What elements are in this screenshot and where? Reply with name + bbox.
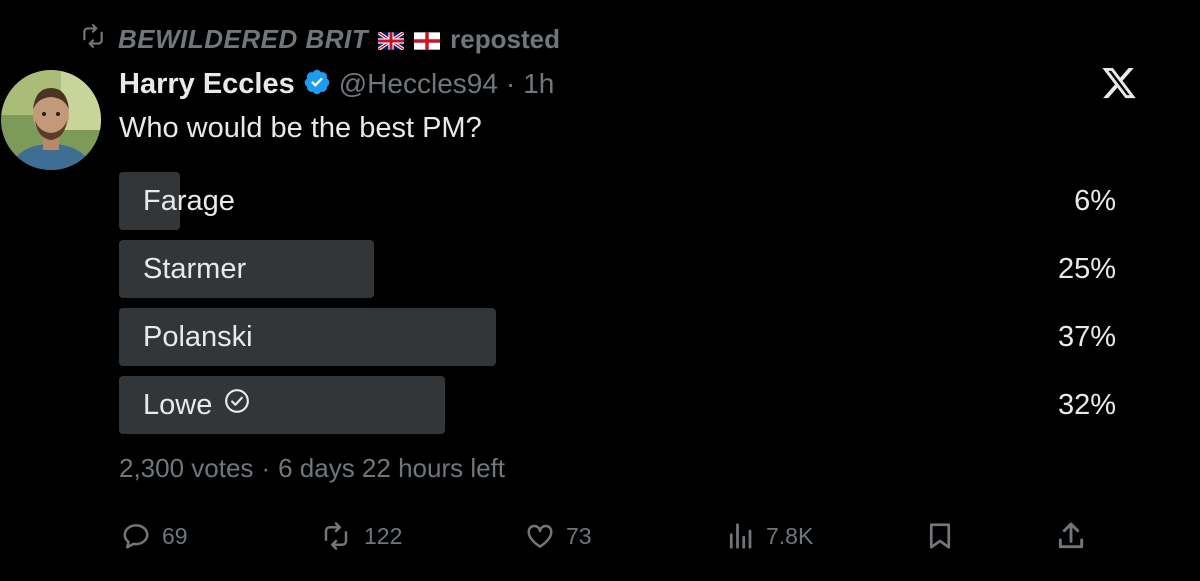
poll-option-percent: 25%	[1057, 252, 1116, 285]
uk-flag-icon	[378, 24, 405, 55]
x-logo-icon[interactable]	[1100, 68, 1138, 102]
avatar[interactable]	[1, 70, 101, 170]
tweet-header: Harry Eccles @Heccles94 · 1h	[119, 64, 554, 104]
tweet-text: Who would be the best PM?	[119, 112, 482, 144]
separator-dot: ·	[261, 452, 271, 483]
repost-header[interactable]: BEWILDERED BRIT reposted	[78, 22, 560, 56]
reply-button[interactable]: 69	[120, 517, 188, 555]
reply-icon	[120, 521, 152, 551]
poll-option-percent: 32%	[1057, 388, 1116, 421]
bookmark-button[interactable]	[925, 517, 955, 555]
poll-votes: 2,300 votes	[119, 452, 254, 483]
separator-dot: ·	[505, 68, 516, 99]
poll-option-percent: 37%	[1057, 320, 1116, 353]
poll-option-label: Polanski	[143, 320, 253, 353]
poll-time-left: 6 days 22 hours left	[278, 452, 506, 483]
poll-option[interactable]: Lowe 32%	[119, 376, 1116, 434]
like-icon	[524, 521, 556, 551]
views-button[interactable]: 7.8K	[724, 517, 813, 555]
share-button[interactable]	[1055, 517, 1087, 555]
check-circle-icon	[224, 388, 250, 422]
poll-option[interactable]: Polanski 37%	[119, 308, 1116, 366]
views-count: 7.8K	[766, 522, 814, 549]
views-icon	[724, 521, 756, 551]
repost-icon	[318, 521, 354, 551]
handle[interactable]: @Heccles94	[339, 68, 498, 100]
verified-badge-icon	[303, 68, 331, 101]
poll-option-label: Farage	[143, 184, 235, 217]
poll-option[interactable]: Starmer 25%	[119, 240, 1116, 298]
reply-count: 69	[162, 522, 188, 549]
poll-option-label: Lowe	[143, 388, 213, 421]
england-flag-icon	[414, 24, 441, 55]
reposter-name[interactable]: BEWILDERED BRIT	[118, 24, 368, 55]
like-button[interactable]: 73	[524, 517, 592, 555]
share-icon	[1055, 520, 1087, 552]
like-count: 73	[566, 522, 592, 549]
repost-label: reposted	[450, 23, 560, 54]
poll-option-percent: 6%	[1074, 184, 1116, 217]
poll-meta: 2,300 votes · 6 days 22 hours left	[119, 451, 505, 485]
poll-option[interactable]: Farage 6%	[119, 172, 1116, 230]
timestamp[interactable]: 1h	[523, 68, 554, 100]
repost-icon	[78, 23, 108, 56]
repost-count: 122	[364, 522, 403, 549]
display-name[interactable]: Harry Eccles	[119, 68, 295, 101]
bookmark-icon	[925, 520, 955, 552]
repost-button[interactable]: 122	[318, 517, 402, 555]
poll-option-label: Starmer	[143, 252, 247, 285]
